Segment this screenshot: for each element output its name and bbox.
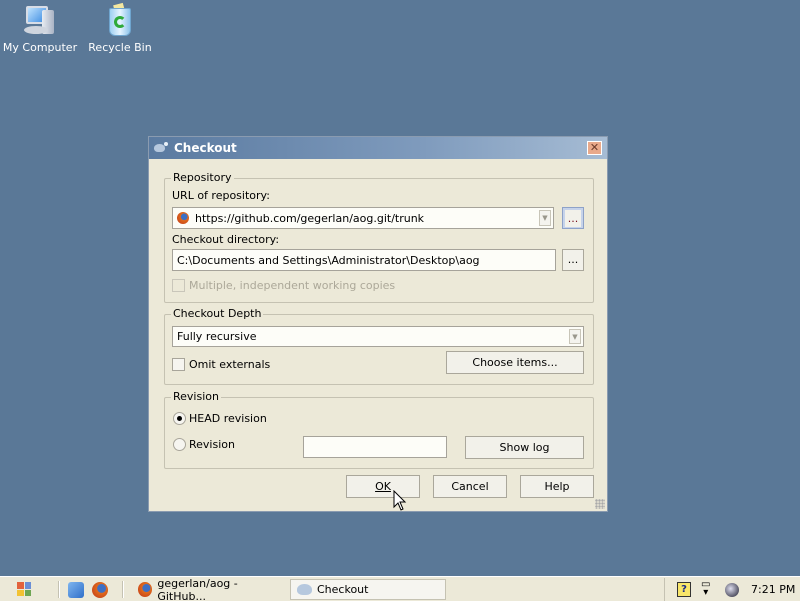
help-icon[interactable]: ? [677, 582, 691, 597]
revision-radio[interactable] [173, 438, 186, 451]
checkout-dialog: Checkout ✕ Repository URL of repository:… [148, 136, 608, 512]
tortoisesvn-icon [153, 141, 169, 155]
checkout-directory-input[interactable]: C:\Documents and Settings\Administrator\… [172, 249, 556, 271]
revision-group: Revision HEAD revision Revision Show log [164, 390, 594, 469]
recycle-bin-icon [102, 2, 138, 38]
dialog-title: Checkout [174, 141, 237, 155]
repository-group-label: Repository [171, 171, 234, 184]
firefox-icon [138, 582, 153, 597]
close-button[interactable]: ✕ [587, 141, 602, 155]
url-value: https://github.com/gegerlan/aog.git/trun… [195, 211, 425, 225]
url-browse-button[interactable]: ... [562, 207, 584, 229]
choose-items-button[interactable]: Choose items... [446, 351, 584, 374]
multiple-working-copies-checkbox[interactable] [172, 279, 185, 292]
tortoisesvn-icon [297, 584, 312, 595]
cancel-button[interactable]: Cancel [433, 475, 507, 498]
taskbar: gegerlan/aog - GitHub... Checkout ? ▭ ▾ 7… [0, 576, 800, 601]
directory-browse-label: ... [567, 253, 579, 266]
help-label: Help [544, 480, 570, 493]
quicklaunch-firefox-icon[interactable] [92, 582, 108, 598]
ok-button[interactable]: OK [346, 475, 420, 498]
desktop-icon-recycle-bin[interactable]: Recycle Bin [80, 0, 160, 54]
taskbar-item-label: gegerlan/aog - GitHub... [157, 576, 238, 601]
clock[interactable]: 7:21 PM [751, 583, 795, 596]
revision-label[interactable]: Revision [189, 438, 235, 451]
taskbar-separator [58, 581, 60, 598]
my-computer-icon [22, 4, 58, 38]
url-browse-label: ... [565, 210, 581, 227]
ok-label: OK [375, 480, 391, 493]
omit-externals-checkbox[interactable] [172, 358, 185, 371]
head-revision-radio[interactable] [173, 412, 186, 425]
dialog-titlebar[interactable]: Checkout ✕ [149, 137, 607, 159]
checkout-directory-value: C:\Documents and Settings\Administrator\… [177, 253, 480, 267]
head-revision-label[interactable]: HEAD revision [189, 412, 267, 425]
depth-select[interactable]: Fully recursive ▼ [172, 326, 584, 347]
url-combobox[interactable]: https://github.com/gegerlan/aog.git/trun… [172, 207, 554, 229]
quicklaunch-ie-icon[interactable] [68, 582, 84, 598]
revision-input[interactable] [303, 436, 447, 458]
chevron-down-icon[interactable]: ▼ [569, 329, 581, 344]
taskbar-item-firefox[interactable]: gegerlan/aog - GitHub... [132, 576, 284, 601]
firefox-icon [177, 212, 189, 224]
taskbar-separator [122, 581, 124, 598]
checkout-directory-label: Checkout directory: [172, 233, 280, 246]
help-button[interactable]: Help [520, 475, 594, 498]
checkout-depth-group-label: Checkout Depth [171, 307, 264, 320]
revision-group-label: Revision [171, 390, 221, 403]
close-icon: ✕ [589, 141, 600, 154]
show-log-label: Show log [499, 441, 550, 454]
system-tray: ? ▭ ▾ 7:21 PM [664, 578, 800, 601]
network-icon[interactable]: ▭ ▾ [701, 580, 710, 598]
taskbar-item-label: Checkout [317, 583, 369, 596]
directory-browse-button[interactable]: ... [562, 249, 584, 271]
desktop-icon-label: Recycle Bin [88, 41, 152, 54]
omit-externals-label[interactable]: Omit externals [189, 358, 270, 371]
resize-grip[interactable] [595, 499, 605, 509]
help-glyph: ? [681, 584, 687, 595]
start-button-windows-icon[interactable] [17, 582, 31, 596]
url-label: URL of repository: [172, 189, 270, 202]
choose-items-label: Choose items... [472, 356, 558, 369]
cancel-label: Cancel [451, 480, 489, 493]
multiple-working-copies-label: Multiple, independent working copies [189, 279, 396, 292]
desktop-icon-my-computer[interactable]: My Computer [0, 0, 80, 54]
desktop-icon-label: My Computer [2, 41, 78, 54]
depth-selected-value: Fully recursive [177, 330, 257, 343]
chevron-down-icon[interactable]: ▼ [539, 210, 551, 226]
volume-icon[interactable] [725, 583, 739, 597]
repository-group: Repository URL of repository: https://gi… [164, 171, 594, 303]
show-log-button[interactable]: Show log [465, 436, 584, 459]
taskbar-item-checkout[interactable]: Checkout [290, 579, 446, 600]
checkout-depth-group: Checkout Depth Fully recursive ▼ Omit ex… [164, 307, 594, 385]
